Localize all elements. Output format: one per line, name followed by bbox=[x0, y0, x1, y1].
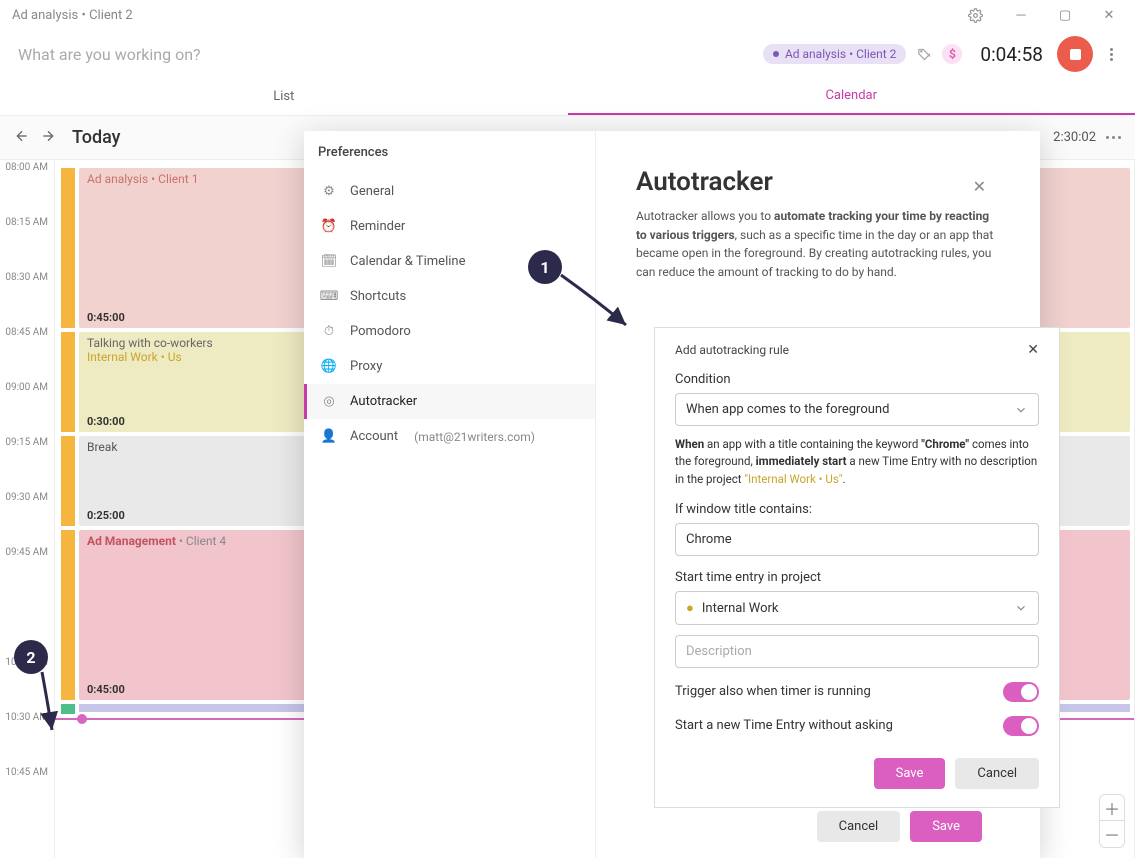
gear-icon: ⚙ bbox=[320, 184, 338, 199]
annotation-arrow-icon bbox=[30, 670, 70, 740]
activity-strip bbox=[61, 332, 75, 432]
title-contains-input[interactable] bbox=[675, 523, 1039, 556]
time-gutter: 08:00 AM 08:15 AM 08:30 AM 08:45 AM 09:0… bbox=[0, 160, 55, 858]
user-icon: 👤 bbox=[320, 429, 338, 444]
project-select[interactable]: ●Internal Work bbox=[675, 591, 1039, 625]
condition-select[interactable]: When app comes to the foreground bbox=[675, 393, 1039, 426]
annotation-bubble: 1 bbox=[528, 250, 562, 284]
activity-strip bbox=[61, 436, 75, 526]
preferences-main: ✕ Autotracker Autotracker allows you to … bbox=[596, 131, 1040, 858]
project-chip[interactable]: Ad analysis • Client 2 bbox=[763, 44, 906, 64]
tracking-bar: Ad analysis • Client 2 $ 0:04:58 bbox=[0, 30, 1135, 78]
prev-day-icon[interactable] bbox=[14, 128, 30, 148]
next-day-icon[interactable] bbox=[40, 128, 56, 148]
chevron-down-icon bbox=[1014, 601, 1028, 615]
day-more-icon[interactable] bbox=[1106, 136, 1121, 139]
preferences-title: Preferences bbox=[304, 145, 595, 174]
close-icon[interactable]: ✕ bbox=[1027, 342, 1039, 358]
calendar-icon: 🗓 bbox=[320, 254, 338, 269]
window-maximize-icon[interactable]: ▢ bbox=[1043, 0, 1087, 30]
annotation-arrow-icon bbox=[556, 270, 636, 340]
rule-description-input[interactable] bbox=[675, 635, 1039, 668]
sidebar-item-shortcuts[interactable]: ⌨Shortcuts bbox=[304, 279, 595, 314]
toggle2-label: Start a new Time Entry without asking bbox=[675, 718, 893, 733]
toggle-start-without-asking[interactable] bbox=[1003, 716, 1039, 736]
toggle1-label: Trigger also when timer is running bbox=[675, 684, 871, 699]
close-icon[interactable]: ✕ bbox=[973, 177, 986, 196]
timer-display: 0:04:58 bbox=[980, 43, 1043, 66]
more-icon[interactable] bbox=[1101, 48, 1121, 61]
sidebar-item-account[interactable]: 👤Account(matt@21writers.com) bbox=[304, 419, 595, 454]
window-close-icon[interactable]: ✕ bbox=[1087, 0, 1131, 30]
preferences-modal: Preferences ⚙General ⏰Reminder 🗓Calendar… bbox=[304, 131, 1040, 858]
description-input[interactable] bbox=[18, 45, 763, 64]
window-title: Ad analysis • Client 2 bbox=[12, 8, 133, 23]
activity-strip bbox=[61, 168, 75, 328]
zoom-out-icon[interactable]: － bbox=[1100, 821, 1124, 847]
sidebar-item-autotracker[interactable]: ◎Autotracker bbox=[304, 384, 595, 419]
rule-cancel-button[interactable]: Cancel bbox=[955, 758, 1039, 789]
title-contains-label: If window title contains: bbox=[675, 502, 1039, 517]
project-label: Start time entry in project bbox=[675, 570, 1039, 585]
tag-icon[interactable] bbox=[914, 44, 934, 64]
timer-icon: ⏱ bbox=[320, 324, 338, 339]
globe-icon: 🌐 bbox=[320, 359, 338, 374]
rule-panel: Add autotracking rule ✕ Condition When a… bbox=[654, 327, 1060, 808]
annotation-bubble: 2 bbox=[14, 640, 48, 674]
day-total: 2:30:02 bbox=[1053, 130, 1096, 145]
today-label[interactable]: Today bbox=[72, 127, 121, 148]
prefs-save-button[interactable]: Save bbox=[910, 811, 982, 842]
stop-icon bbox=[1070, 49, 1081, 60]
zoom-in-icon[interactable]: ＋ bbox=[1100, 795, 1124, 821]
clock-icon: ⏰ bbox=[320, 219, 338, 234]
keyboard-icon: ⌨ bbox=[320, 289, 338, 304]
window-titlebar: Ad analysis • Client 2 ─ ▢ ✕ bbox=[0, 0, 1135, 30]
sidebar-item-reminder[interactable]: ⏰Reminder bbox=[304, 209, 595, 244]
camera-icon: ◎ bbox=[320, 394, 338, 409]
preferences-sidebar: Preferences ⚙General ⏰Reminder 🗓Calendar… bbox=[304, 131, 596, 858]
billable-icon[interactable]: $ bbox=[942, 44, 962, 64]
toggle-trigger-running[interactable] bbox=[1003, 682, 1039, 702]
sidebar-item-general[interactable]: ⚙General bbox=[304, 174, 595, 209]
page-title: Autotracker bbox=[636, 167, 1000, 197]
zoom-controls: ＋ － bbox=[1099, 794, 1125, 848]
window-minimize-icon[interactable]: ─ bbox=[999, 0, 1043, 30]
sidebar-item-proxy[interactable]: 🌐Proxy bbox=[304, 349, 595, 384]
condition-label: Condition bbox=[675, 372, 1039, 387]
tab-list[interactable]: List bbox=[0, 78, 568, 115]
rule-description: When an app with a title containing the … bbox=[675, 436, 1039, 488]
rule-title: Add autotracking rule bbox=[675, 343, 789, 357]
view-tabs: List Calendar bbox=[0, 78, 1135, 116]
page-blurb: Autotracker allows you to automate track… bbox=[636, 207, 996, 281]
rule-save-button[interactable]: Save bbox=[874, 758, 946, 789]
chevron-down-icon bbox=[1014, 403, 1028, 417]
tab-calendar[interactable]: Calendar bbox=[568, 78, 1135, 115]
gear-icon[interactable] bbox=[953, 0, 997, 30]
stop-button[interactable] bbox=[1057, 36, 1093, 72]
prefs-cancel-button[interactable]: Cancel bbox=[817, 811, 901, 842]
sidebar-item-pomodoro[interactable]: ⏱Pomodoro bbox=[304, 314, 595, 349]
